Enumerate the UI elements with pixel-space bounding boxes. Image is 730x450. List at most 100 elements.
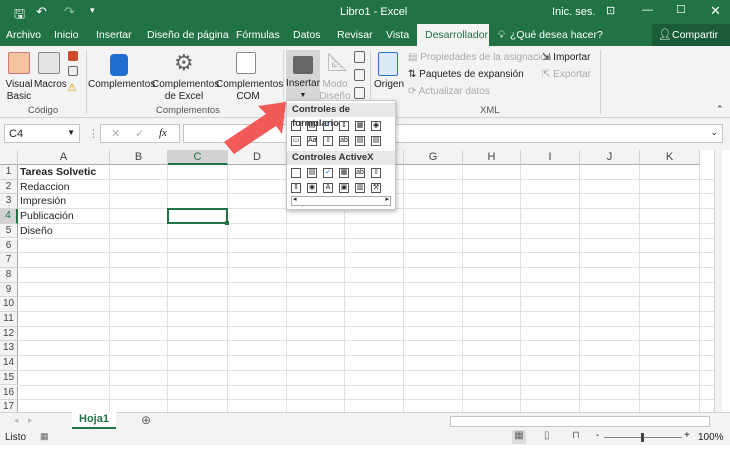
row-header-13[interactable]: 13 [0,341,18,357]
column-header-A[interactable]: A [18,150,110,165]
combo-drop-down-icon[interactable]: ▤ [371,136,381,146]
excel-addins-button[interactable]: Complementos de Excel [152,79,219,103]
undo-icon[interactable]: ↶ [36,4,47,20]
fill-handle[interactable] [225,220,229,225]
record-macro-icon[interactable] [68,51,78,61]
row-header-14[interactable]: 14 [0,356,18,371]
selected-cell-border[interactable] [167,208,228,224]
list-box-icon[interactable]: ▦ [355,121,365,131]
tab-datos[interactable]: Datos [293,29,320,41]
tab-archivo[interactable]: Archivo [6,29,41,41]
next-sheet-icon[interactable]: ▸ [28,415,33,426]
tab-inicio[interactable]: Inicio [54,29,79,41]
row-header-12[interactable]: 12 [0,326,18,342]
scroll-right-icon[interactable]: ▸ [385,195,389,203]
tab-insertar[interactable]: Insertar [96,29,132,41]
zoom-slider-thumb[interactable] [641,433,644,442]
vertical-scrollbar[interactable] [714,150,722,412]
row-header-17[interactable]: 17 [0,400,18,412]
maximize-icon[interactable]: ☐ [676,3,686,16]
ax-text-box-icon[interactable]: ab [355,168,365,178]
insert-function-button[interactable]: fx [159,127,167,139]
popup-scrollbar[interactable]: ◂ ▸ [291,196,391,206]
scroll-left-icon[interactable]: ◂ [293,195,297,203]
cell-A3[interactable]: Impresión [18,194,66,209]
complementos-button[interactable]: Complementos [88,79,155,91]
ax-image-icon[interactable]: ▣ [339,183,349,193]
text-field-icon[interactable]: ab [339,136,349,146]
cell-A1[interactable]: Tareas Solvetic [18,165,96,180]
normal-view-icon[interactable]: ▦ [512,430,526,444]
column-header-B[interactable]: B [110,150,168,165]
zoom-in-icon[interactable]: + [684,430,690,441]
enter-icon[interactable]: ✓ [135,127,144,140]
ax-combo-box-icon[interactable]: ▤ [307,168,317,178]
row-header-10[interactable]: 10 [0,297,18,312]
row-header-11[interactable]: 11 [0,312,18,327]
group-box-icon[interactable]: ▭ [291,136,301,146]
column-header-J[interactable]: J [580,150,640,165]
scroll-bar-icon[interactable]: ⇳ [323,136,333,146]
refresh-data-button[interactable]: ⟳ Actualizar datos [408,86,490,97]
visual-basic-button[interactable]: Visual Basic [2,79,36,103]
export-button[interactable]: ⇱ Exportar [542,69,591,80]
combo-list-edit-icon[interactable]: ▤ [355,136,365,146]
tab-desarrollador[interactable]: Desarrollador [417,24,489,46]
expansion-packs-button[interactable]: ⇅ Paquetes de expansión [408,69,524,80]
sign-in-link[interactable]: Inic. ses. [552,6,595,18]
horizontal-scrollbar[interactable] [450,416,710,427]
run-dialog-icon[interactable] [354,87,365,99]
option-button-icon[interactable]: ◉ [371,121,381,131]
select-all-corner[interactable] [0,150,18,165]
add-sheet-icon[interactable]: ⊕ [141,413,151,427]
ax-label-icon[interactable]: A [323,183,333,193]
ax-option-button-icon[interactable]: ◉ [307,183,317,193]
column-header-H[interactable]: H [463,150,521,165]
zoom-out-icon[interactable]: - [596,430,599,441]
expand-formula-icon[interactable]: ⌄ [710,127,718,138]
tell-me-input[interactable]: ¿Qué desea hacer? [510,29,603,41]
row-header-7[interactable]: 7 [0,253,18,268]
tab-revisar[interactable]: Revisar [337,29,373,41]
tab-formulas[interactable]: Fórmulas [236,29,280,41]
more-controls-icon[interactable]: ⚒ [371,183,381,193]
combo-box-icon[interactable]: ▤ [307,121,317,131]
customize-icon[interactable]: ▾ [90,5,95,16]
column-header-I[interactable]: I [521,150,580,165]
collapse-ribbon-icon[interactable]: ⌃ [716,104,724,115]
row-header-5[interactable]: 5 [0,223,18,239]
page-layout-icon[interactable]: ▯ [544,430,550,441]
cell-A4[interactable]: Publicación [18,209,74,224]
label-icon[interactable]: Aa [307,136,317,146]
ax-scroll-bar-icon[interactable]: ⇳ [371,168,381,178]
properties-icon[interactable] [354,51,365,63]
row-header-16[interactable]: 16 [0,385,18,401]
row-header-9[interactable]: 9 [0,282,18,298]
ax-checkbox-icon[interactable]: ✓ [323,168,333,178]
ribbon-display-icon[interactable]: ⊡ [606,4,615,17]
column-header-G[interactable]: G [404,150,463,165]
cancel-icon[interactable]: ✕ [111,127,120,140]
row-header-2[interactable]: 2 [0,179,18,195]
checkbox-icon[interactable]: ✓ [323,121,333,131]
row-header-15[interactable]: 15 [0,370,18,386]
zoom-level[interactable]: 100% [698,432,724,443]
cell-A5[interactable]: Diseño [18,224,53,239]
prev-sheet-icon[interactable]: ◂ [14,415,19,426]
relative-references-icon[interactable] [68,66,78,76]
row-header-1[interactable]: 1 [0,165,18,180]
page-break-icon[interactable]: ⊓ [572,430,580,441]
row-header-8[interactable]: 8 [0,267,18,283]
spin-button-icon[interactable]: ⇕ [339,121,349,131]
cell-A2[interactable]: Redaccion [18,180,70,195]
view-code-icon[interactable] [354,69,365,81]
sheet-tab-hoja1[interactable]: Hoja1 [72,412,116,429]
tab-vista[interactable]: Vista [386,29,409,41]
row-header-3[interactable]: 3 [0,194,18,210]
redo-icon[interactable]: ↷ [64,4,75,20]
minimize-icon[interactable]: — [642,4,653,16]
origen-button[interactable]: Origen [372,79,406,91]
row-header-6[interactable]: 6 [0,238,18,254]
row-header-4[interactable]: 4 [0,209,18,224]
macro-record-icon[interactable]: ▦ [40,431,49,442]
